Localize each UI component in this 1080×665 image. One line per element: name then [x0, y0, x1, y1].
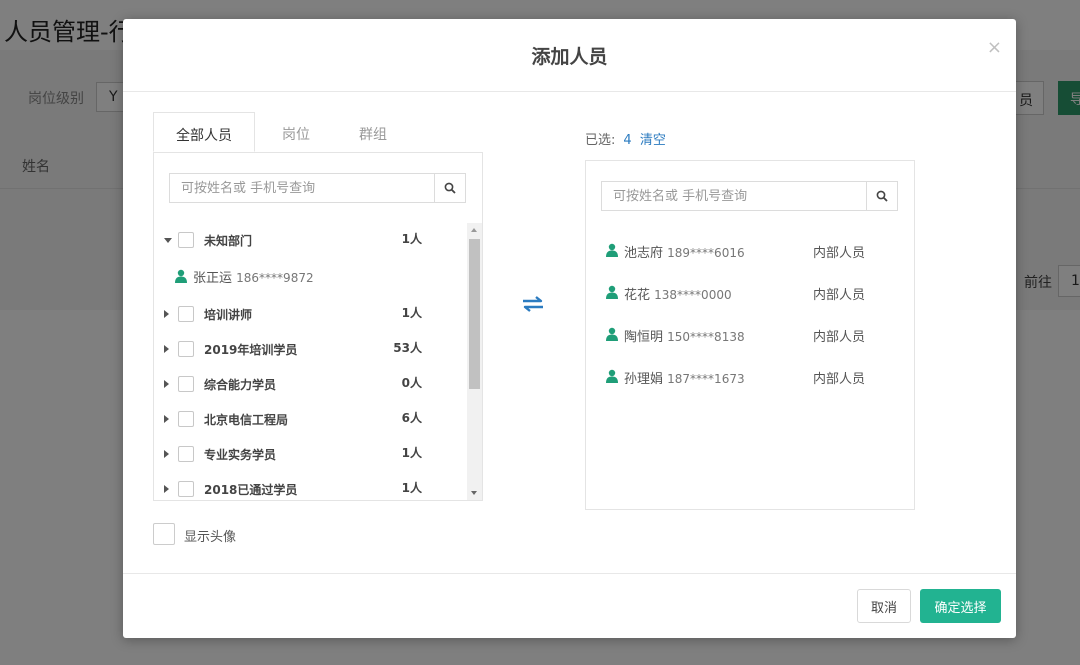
dept-checkbox[interactable] — [178, 376, 194, 392]
confirm-selection-button[interactable]: 确定选择 — [920, 589, 1001, 623]
clear-selection-link[interactable]: 清空 — [640, 133, 666, 148]
selected-member-row[interactable]: 陶恒明 150****8138 内部人员 — [586, 321, 914, 351]
caret-down-icon[interactable] — [164, 238, 172, 243]
show-avatar-checkbox[interactable] — [153, 523, 175, 545]
caret-right-icon[interactable] — [164, 450, 169, 458]
tree-dept-row[interactable]: 2018已通过学员 1人 — [154, 473, 467, 500]
selected-name-text: 孙理娟 187****1673 — [624, 368, 745, 387]
close-icon[interactable]: × — [987, 39, 1002, 57]
dept-count: 53人 — [393, 341, 422, 355]
selected-name: 花花 — [624, 288, 651, 303]
person-icon — [606, 327, 618, 341]
dept-count: 0人 — [401, 376, 422, 390]
selected-type: 内部人员 — [813, 288, 866, 303]
add-member-dialog: 添加人员 × 全部人员 岗位 群组 未知部门 1人 张正运 186****987… — [123, 19, 1016, 638]
dept-name: 2018已通过学员 — [204, 483, 298, 497]
right-search-input[interactable] — [602, 182, 866, 210]
selected-member-row[interactable]: 花花 138****0000 内部人员 — [586, 279, 914, 309]
tab-positions[interactable]: 岗位 — [265, 112, 327, 152]
person-phone: 186****9872 — [236, 271, 314, 285]
dept-checkbox[interactable] — [178, 341, 194, 357]
tree-dept-row[interactable]: 北京电信工程局 6人 — [154, 403, 467, 437]
left-search-input[interactable] — [170, 174, 434, 202]
dept-name: 综合能力学员 — [204, 378, 277, 392]
caret-right-icon[interactable] — [164, 380, 169, 388]
person-icon — [606, 369, 618, 383]
right-search-button[interactable] — [866, 182, 897, 210]
show-avatar-label: 显示头像 — [184, 530, 237, 545]
dept-name: 未知部门 — [204, 234, 253, 248]
right-search-box — [601, 181, 898, 211]
selected-summary: 已选: 4 清空 — [585, 129, 666, 148]
person-icon — [606, 285, 618, 299]
dialog-header: 添加人员 × — [123, 19, 1016, 92]
selected-phone: 187****1673 — [667, 372, 745, 386]
selected-name: 池志府 — [624, 246, 664, 261]
tree-dept-row[interactable]: 专业实务学员 1人 — [154, 438, 467, 472]
member-tree-panel: 未知部门 1人 张正运 186****9872 培训讲师 1人 2019年培训学… — [153, 152, 483, 501]
dialog-footer-divider — [123, 573, 1016, 574]
tree-dept-row[interactable]: 未知部门 1人 — [154, 224, 467, 258]
selected-phone: 189****6016 — [667, 246, 745, 260]
search-icon — [444, 182, 456, 194]
dialog-title: 添加人员 — [531, 46, 608, 68]
person-icon — [606, 243, 618, 257]
tab-groups[interactable]: 群组 — [342, 112, 404, 152]
department-tree: 未知部门 1人 张正运 186****9872 培训讲师 1人 2019年培训学… — [154, 223, 467, 500]
caret-right-icon[interactable] — [164, 485, 169, 493]
selected-type: 内部人员 — [813, 372, 866, 387]
caret-right-icon[interactable] — [164, 310, 169, 318]
dept-count: 1人 — [401, 446, 422, 460]
selected-label: 已选: — [585, 133, 616, 148]
left-search-button[interactable] — [434, 174, 465, 202]
dept-count: 1人 — [401, 306, 422, 320]
transfer-arrows-icon[interactable] — [521, 294, 545, 314]
scroll-down-icon[interactable] — [471, 491, 477, 495]
tree-dept-row[interactable]: 综合能力学员 0人 — [154, 368, 467, 402]
dept-name: 2019年培训学员 — [204, 343, 298, 357]
selected-name: 陶恒明 — [624, 330, 664, 345]
selected-type: 内部人员 — [813, 330, 866, 345]
tree-dept-row[interactable]: 2019年培训学员 53人 — [154, 333, 467, 367]
dept-checkbox[interactable] — [178, 481, 194, 497]
selected-phone: 150****8138 — [667, 330, 745, 344]
caret-right-icon[interactable] — [164, 345, 169, 353]
left-search-box — [169, 173, 466, 203]
caret-right-icon[interactable] — [164, 415, 169, 423]
cancel-button[interactable]: 取消 — [857, 589, 911, 623]
selected-phone: 138****0000 — [654, 288, 732, 302]
dept-checkbox[interactable] — [178, 232, 194, 248]
dept-name: 北京电信工程局 — [204, 413, 289, 427]
selected-name: 孙理娟 — [624, 372, 664, 387]
dept-name: 培训讲师 — [204, 308, 253, 322]
dept-checkbox[interactable] — [178, 446, 194, 462]
scroll-up-icon[interactable] — [471, 228, 477, 232]
dept-count: 6人 — [401, 411, 422, 425]
selected-type: 内部人员 — [813, 246, 866, 261]
tree-dept-row[interactable]: 培训讲师 1人 — [154, 298, 467, 332]
tab-all-members[interactable]: 全部人员 — [153, 112, 255, 152]
dept-checkbox[interactable] — [178, 306, 194, 322]
selected-name-text: 花花 138****0000 — [624, 284, 732, 303]
dept-count: 1人 — [401, 481, 422, 495]
selected-member-row[interactable]: 池志府 189****6016 内部人员 — [586, 237, 914, 267]
selected-name-text: 陶恒明 150****8138 — [624, 326, 745, 345]
selected-member-row[interactable]: 孙理娟 187****1673 内部人员 — [586, 363, 914, 393]
selected-members-panel: 池志府 189****6016 内部人员 花花 138****0000 内部人员… — [585, 160, 915, 510]
search-icon — [876, 190, 888, 202]
person-icon — [175, 269, 187, 283]
person-name: 张正运 — [193, 271, 233, 286]
tree-scrollbar[interactable] — [467, 223, 482, 500]
person-name-text: 张正运 186****9872 — [193, 267, 314, 286]
tree-person-row[interactable]: 张正运 186****9872 — [154, 261, 467, 291]
selected-count: 4 — [623, 133, 632, 148]
dept-count: 1人 — [401, 232, 422, 246]
selected-name-text: 池志府 189****6016 — [624, 242, 745, 261]
dept-name: 专业实务学员 — [204, 448, 277, 462]
scroll-thumb[interactable] — [469, 239, 480, 389]
dept-checkbox[interactable] — [178, 411, 194, 427]
